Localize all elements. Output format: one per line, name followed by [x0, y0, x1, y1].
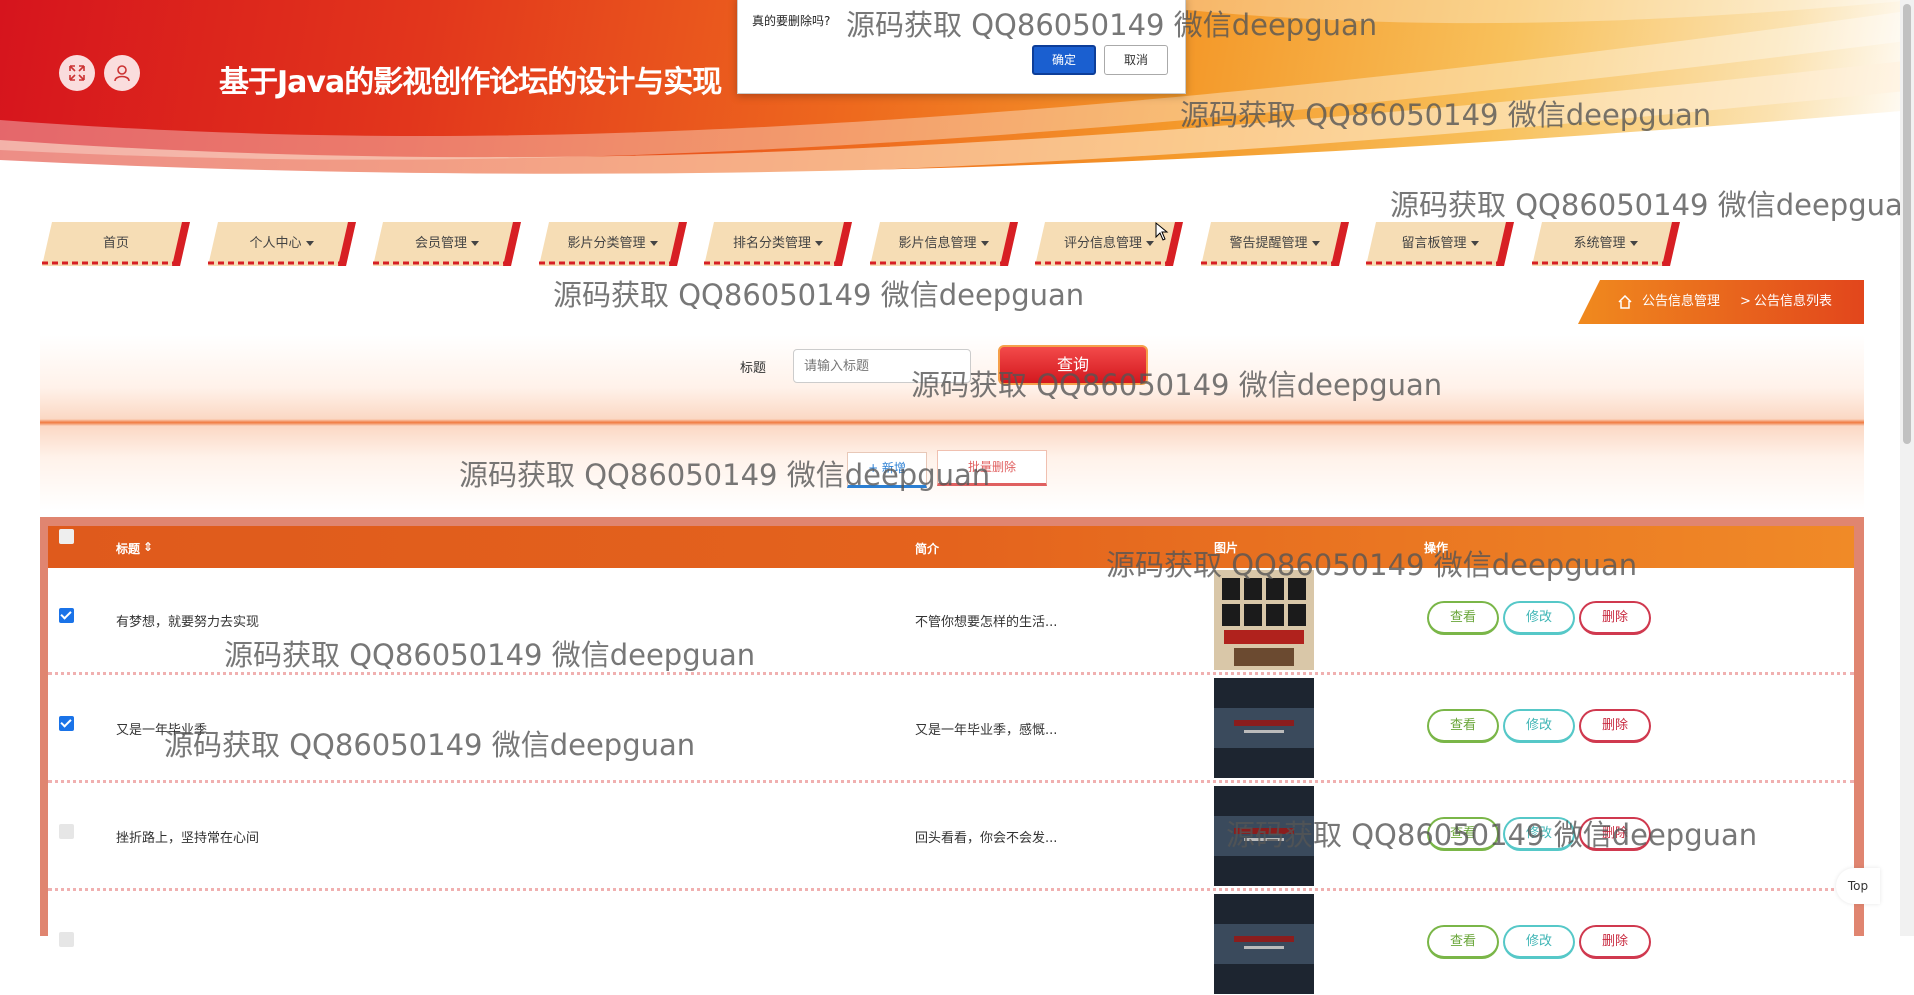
edit-button[interactable]: 修改	[1503, 925, 1575, 959]
view-button[interactable]: 查看	[1427, 817, 1499, 851]
breadcrumb-section[interactable]: 公告信息管理	[1642, 280, 1720, 324]
mouse-cursor	[1155, 221, 1169, 241]
nav-item-8[interactable]: 留言板管理	[1366, 222, 1514, 266]
table-header	[48, 526, 1854, 568]
breadcrumb-separator: >	[1740, 294, 1751, 309]
nav-item-label: 系统管理	[1532, 222, 1680, 266]
row-image[interactable]	[1214, 786, 1314, 886]
fullscreen-button[interactable]	[59, 55, 95, 91]
edit-button[interactable]: 修改	[1503, 709, 1575, 743]
row-title: 挫折路上，坚持常在心间	[116, 831, 260, 846]
nav-item-label: 影片信息管理	[870, 222, 1018, 266]
nav-item-3[interactable]: 影片分类管理	[538, 222, 687, 266]
nav-item-label: 警告提醒管理	[1201, 222, 1349, 266]
nav-item-7[interactable]: 警告提醒管理	[1200, 222, 1349, 266]
view-button[interactable]: 查看	[1427, 709, 1499, 743]
row-title: 又是一年毕业季	[116, 723, 208, 738]
dialog-ok-button[interactable]: 确定	[1032, 45, 1096, 75]
view-button[interactable]: 查看	[1427, 925, 1499, 959]
select-all-checkbox[interactable]	[59, 529, 74, 544]
site-title: 基于Java的影视创作论坛的设计与实现	[219, 65, 722, 100]
nav-item-label: 首页	[102, 236, 129, 251]
row-summary: 回头看看，你会不会发...	[915, 831, 1058, 846]
row-title: 有梦想，就要努力去实现	[116, 615, 260, 630]
column-header-image: 图片	[1214, 541, 1239, 555]
delete-button[interactable]: 删除	[1579, 817, 1651, 851]
row-checkbox[interactable]	[59, 716, 74, 731]
column-header-title[interactable]: 标题	[116, 540, 140, 557]
nav-item-label: 个人中心	[208, 222, 356, 266]
nav-item-5[interactable]: 影片信息管理	[869, 222, 1018, 266]
nav-item-9[interactable]: 系统管理	[1531, 222, 1680, 266]
column-header-actions: 操作	[1424, 541, 1449, 555]
dialog-cancel-button[interactable]: 取消	[1104, 45, 1168, 75]
scrollbar-thumb[interactable]	[1903, 4, 1911, 444]
nav-item-0[interactable]: 首页	[42, 222, 190, 266]
nav-item-4[interactable]: 排名分类管理	[704, 222, 852, 266]
row-image[interactable]	[1214, 894, 1314, 994]
row-summary: 不管你想要怎样的生活...	[915, 615, 1058, 630]
add-button[interactable]: + 新增	[847, 452, 927, 488]
nav-item-label: 留言板管理	[1366, 222, 1514, 266]
delete-button[interactable]: 删除	[1579, 709, 1651, 743]
watermark-text: 源码获取 QQ86050149 微信deepguan	[553, 278, 1085, 312]
user-button[interactable]	[104, 55, 140, 91]
row-summary: 又是一年毕业季，感慨...	[915, 723, 1058, 738]
row-image[interactable]	[1214, 678, 1314, 778]
nav-item-1[interactable]: 个人中心	[207, 222, 356, 266]
row-checkbox[interactable]	[59, 824, 74, 839]
row-image[interactable]	[1214, 570, 1314, 670]
dialog-message: 真的要删除吗?	[752, 14, 831, 28]
row-checkbox[interactable]	[59, 932, 74, 947]
delete-button[interactable]: 删除	[1579, 925, 1651, 959]
nav-item-2[interactable]: 会员管理	[373, 222, 521, 266]
expand-icon	[69, 65, 85, 81]
query-button[interactable]: 查询	[998, 345, 1148, 385]
user-icon	[114, 65, 130, 82]
delete-button[interactable]: 删除	[1579, 601, 1651, 635]
search-label: 标题	[740, 361, 767, 376]
edit-button[interactable]: 修改	[1503, 817, 1575, 851]
row-checkbox[interactable]	[59, 608, 74, 623]
batch-delete-button[interactable]: 批量删除	[937, 450, 1047, 486]
nav-item-label: 影片分类管理	[539, 222, 687, 266]
nav-item-label: 会员管理	[373, 222, 521, 266]
sort-icon[interactable]: ⇕	[143, 540, 153, 554]
edit-button[interactable]: 修改	[1503, 601, 1575, 635]
search-input[interactable]	[793, 349, 971, 383]
nav-item-label: 排名分类管理	[704, 222, 852, 266]
home-icon[interactable]	[1618, 280, 1632, 324]
view-button[interactable]: 查看	[1427, 601, 1499, 635]
column-header-summary: 简介	[915, 542, 940, 556]
breadcrumb: 公告信息管理 > 公告信息列表	[1578, 280, 1864, 324]
back-to-top-button[interactable]: Top	[1836, 868, 1880, 904]
breadcrumb-page: 公告信息列表	[1754, 294, 1833, 309]
